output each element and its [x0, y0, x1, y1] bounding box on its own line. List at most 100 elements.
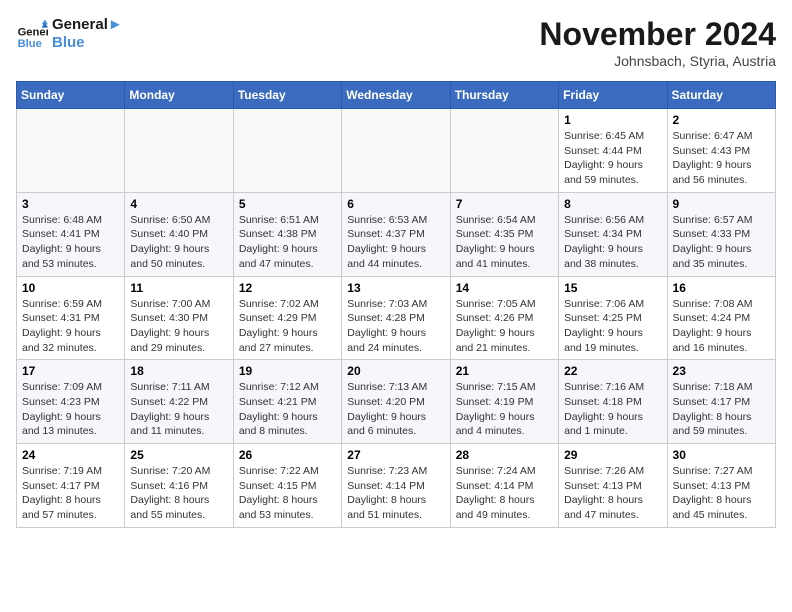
- day-number: 10: [22, 281, 119, 295]
- day-number: 4: [130, 197, 227, 211]
- calendar-cell: 24Sunrise: 7:19 AM Sunset: 4:17 PM Dayli…: [17, 444, 125, 528]
- calendar-cell: 30 Sunrise: 7:27 AM Sunset: 4:13 PM Dayli…: [667, 444, 775, 528]
- calendar-cell: 17 Sunrise: 7:09 AM Sunset: 4:23 PM Dayli…: [17, 360, 125, 444]
- day-number: 30: [673, 448, 770, 462]
- day-info: Sunrise: 6:45 AM Sunset: 4:44 PM Dayligh…: [564, 129, 661, 188]
- calendar-cell: 19Sunrise: 7:12 AM Sunset: 4:21 PM Dayli…: [233, 360, 341, 444]
- day-number: 17: [22, 364, 119, 378]
- day-info: Sunrise: 7:22 AM Sunset: 4:15 PM Dayligh…: [239, 464, 336, 523]
- week-row-3: 10 Sunrise: 6:59 AM Sunset: 4:31 PM Dayli…: [17, 276, 776, 360]
- day-number: 15: [564, 281, 661, 295]
- calendar-cell: [342, 109, 450, 193]
- calendar-cell: 18 Sunrise: 7:11 AM Sunset: 4:22 PM Dayli…: [125, 360, 233, 444]
- calendar-cell: 27 Sunrise: 7:23 AM Sunset: 4:14 PM Dayli…: [342, 444, 450, 528]
- day-number: 8: [564, 197, 661, 211]
- header: General Blue General► Blue November 2024…: [16, 16, 776, 69]
- logo-general: General: [52, 16, 108, 33]
- day-number: 26: [239, 448, 336, 462]
- day-number: 2: [673, 113, 770, 127]
- day-info: Sunrise: 6:54 AM Sunset: 4:35 PM Dayligh…: [456, 213, 553, 272]
- header-sunday: Sunday: [17, 82, 125, 109]
- header-wednesday: Wednesday: [342, 82, 450, 109]
- day-number: 29: [564, 448, 661, 462]
- day-number: 27: [347, 448, 444, 462]
- calendar-cell: 12Sunrise: 7:02 AM Sunset: 4:29 PM Dayli…: [233, 276, 341, 360]
- day-info: Sunrise: 7:00 AM Sunset: 4:30 PM Dayligh…: [130, 297, 227, 356]
- calendar-cell: 13Sunrise: 7:03 AM Sunset: 4:28 PM Dayli…: [342, 276, 450, 360]
- day-info: Sunrise: 7:15 AM Sunset: 4:19 PM Dayligh…: [456, 380, 553, 439]
- day-info: Sunrise: 6:56 AM Sunset: 4:34 PM Dayligh…: [564, 213, 661, 272]
- calendar-cell: 20 Sunrise: 7:13 AM Sunset: 4:20 PM Dayli…: [342, 360, 450, 444]
- day-number: 5: [239, 197, 336, 211]
- day-number: 1: [564, 113, 661, 127]
- day-number: 19: [239, 364, 336, 378]
- calendar-cell: 14 Sunrise: 7:05 AM Sunset: 4:26 PM Dayli…: [450, 276, 558, 360]
- calendar-cell: 22Sunrise: 7:16 AM Sunset: 4:18 PM Dayli…: [559, 360, 667, 444]
- calendar-cell: 28 Sunrise: 7:24 AM Sunset: 4:14 PM Dayli…: [450, 444, 558, 528]
- day-info: Sunrise: 7:18 AM Sunset: 4:17 PM Dayligh…: [673, 380, 770, 439]
- calendar-cell: 15 Sunrise: 7:06 AM Sunset: 4:25 PM Dayli…: [559, 276, 667, 360]
- calendar-cell: 4 Sunrise: 6:50 AM Sunset: 4:40 PM Daylig…: [125, 192, 233, 276]
- calendar-cell: 11 Sunrise: 7:00 AM Sunset: 4:30 PM Dayli…: [125, 276, 233, 360]
- week-row-1: 1 Sunrise: 6:45 AM Sunset: 4:44 PM Daylig…: [17, 109, 776, 193]
- day-info: Sunrise: 6:59 AM Sunset: 4:31 PM Dayligh…: [22, 297, 119, 356]
- calendar-cell: 29 Sunrise: 7:26 AM Sunset: 4:13 PM Dayli…: [559, 444, 667, 528]
- day-info: Sunrise: 7:05 AM Sunset: 4:26 PM Dayligh…: [456, 297, 553, 356]
- calendar-cell: 3Sunrise: 6:48 AM Sunset: 4:41 PM Daylig…: [17, 192, 125, 276]
- subtitle: Johnsbach, Styria, Austria: [539, 53, 776, 69]
- calendar-cell: 16 Sunrise: 7:08 AM Sunset: 4:24 PM Dayli…: [667, 276, 775, 360]
- logo-icon: General Blue: [16, 18, 48, 50]
- calendar-cell: 7 Sunrise: 6:54 AM Sunset: 4:35 PM Daylig…: [450, 192, 558, 276]
- calendar-cell: [450, 109, 558, 193]
- day-info: Sunrise: 7:09 AM Sunset: 4:23 PM Dayligh…: [22, 380, 119, 439]
- day-info: Sunrise: 7:06 AM Sunset: 4:25 PM Dayligh…: [564, 297, 661, 356]
- calendar-cell: 8 Sunrise: 6:56 AM Sunset: 4:34 PM Daylig…: [559, 192, 667, 276]
- day-info: Sunrise: 7:24 AM Sunset: 4:14 PM Dayligh…: [456, 464, 553, 523]
- day-number: 7: [456, 197, 553, 211]
- header-saturday: Saturday: [667, 82, 775, 109]
- calendar-cell: 1 Sunrise: 6:45 AM Sunset: 4:44 PM Daylig…: [559, 109, 667, 193]
- month-title: November 2024: [539, 16, 776, 53]
- day-number: 21: [456, 364, 553, 378]
- calendar-cell: 25Sunrise: 7:20 AM Sunset: 4:16 PM Dayli…: [125, 444, 233, 528]
- day-info: Sunrise: 6:47 AM Sunset: 4:43 PM Dayligh…: [673, 129, 770, 188]
- day-info: Sunrise: 6:53 AM Sunset: 4:37 PM Dayligh…: [347, 213, 444, 272]
- day-number: 14: [456, 281, 553, 295]
- day-number: 6: [347, 197, 444, 211]
- day-info: Sunrise: 7:11 AM Sunset: 4:22 PM Dayligh…: [130, 380, 227, 439]
- week-row-2: 3Sunrise: 6:48 AM Sunset: 4:41 PM Daylig…: [17, 192, 776, 276]
- calendar: SundayMondayTuesdayWednesdayThursdayFrid…: [16, 81, 776, 528]
- day-info: Sunrise: 7:23 AM Sunset: 4:14 PM Dayligh…: [347, 464, 444, 523]
- day-info: Sunrise: 7:20 AM Sunset: 4:16 PM Dayligh…: [130, 464, 227, 523]
- header-thursday: Thursday: [450, 82, 558, 109]
- calendar-cell: 23Sunrise: 7:18 AM Sunset: 4:17 PM Dayli…: [667, 360, 775, 444]
- day-number: 24: [22, 448, 119, 462]
- day-info: Sunrise: 6:50 AM Sunset: 4:40 PM Dayligh…: [130, 213, 227, 272]
- title-area: November 2024 Johnsbach, Styria, Austria: [539, 16, 776, 69]
- svg-text:Blue: Blue: [18, 38, 42, 50]
- day-number: 18: [130, 364, 227, 378]
- day-number: 11: [130, 281, 227, 295]
- header-monday: Monday: [125, 82, 233, 109]
- calendar-cell: 5 Sunrise: 6:51 AM Sunset: 4:38 PM Daylig…: [233, 192, 341, 276]
- day-number: 16: [673, 281, 770, 295]
- svg-text:General: General: [18, 27, 48, 39]
- day-number: 9: [673, 197, 770, 211]
- logo-blue: Blue: [52, 34, 123, 52]
- calendar-cell: [17, 109, 125, 193]
- logo-arrow: ►: [108, 16, 123, 33]
- day-info: Sunrise: 7:26 AM Sunset: 4:13 PM Dayligh…: [564, 464, 661, 523]
- day-info: Sunrise: 7:08 AM Sunset: 4:24 PM Dayligh…: [673, 297, 770, 356]
- day-info: Sunrise: 6:51 AM Sunset: 4:38 PM Dayligh…: [239, 213, 336, 272]
- calendar-cell: 26 Sunrise: 7:22 AM Sunset: 4:15 PM Dayli…: [233, 444, 341, 528]
- day-number: 28: [456, 448, 553, 462]
- calendar-header-row: SundayMondayTuesdayWednesdayThursdayFrid…: [17, 82, 776, 109]
- day-number: 20: [347, 364, 444, 378]
- day-info: Sunrise: 7:16 AM Sunset: 4:18 PM Dayligh…: [564, 380, 661, 439]
- day-info: Sunrise: 7:27 AM Sunset: 4:13 PM Dayligh…: [673, 464, 770, 523]
- day-info: Sunrise: 7:13 AM Sunset: 4:20 PM Dayligh…: [347, 380, 444, 439]
- calendar-cell: 6 Sunrise: 6:53 AM Sunset: 4:37 PM Daylig…: [342, 192, 450, 276]
- calendar-cell: 2 Sunrise: 6:47 AM Sunset: 4:43 PM Daylig…: [667, 109, 775, 193]
- day-number: 3: [22, 197, 119, 211]
- day-info: Sunrise: 7:03 AM Sunset: 4:28 PM Dayligh…: [347, 297, 444, 356]
